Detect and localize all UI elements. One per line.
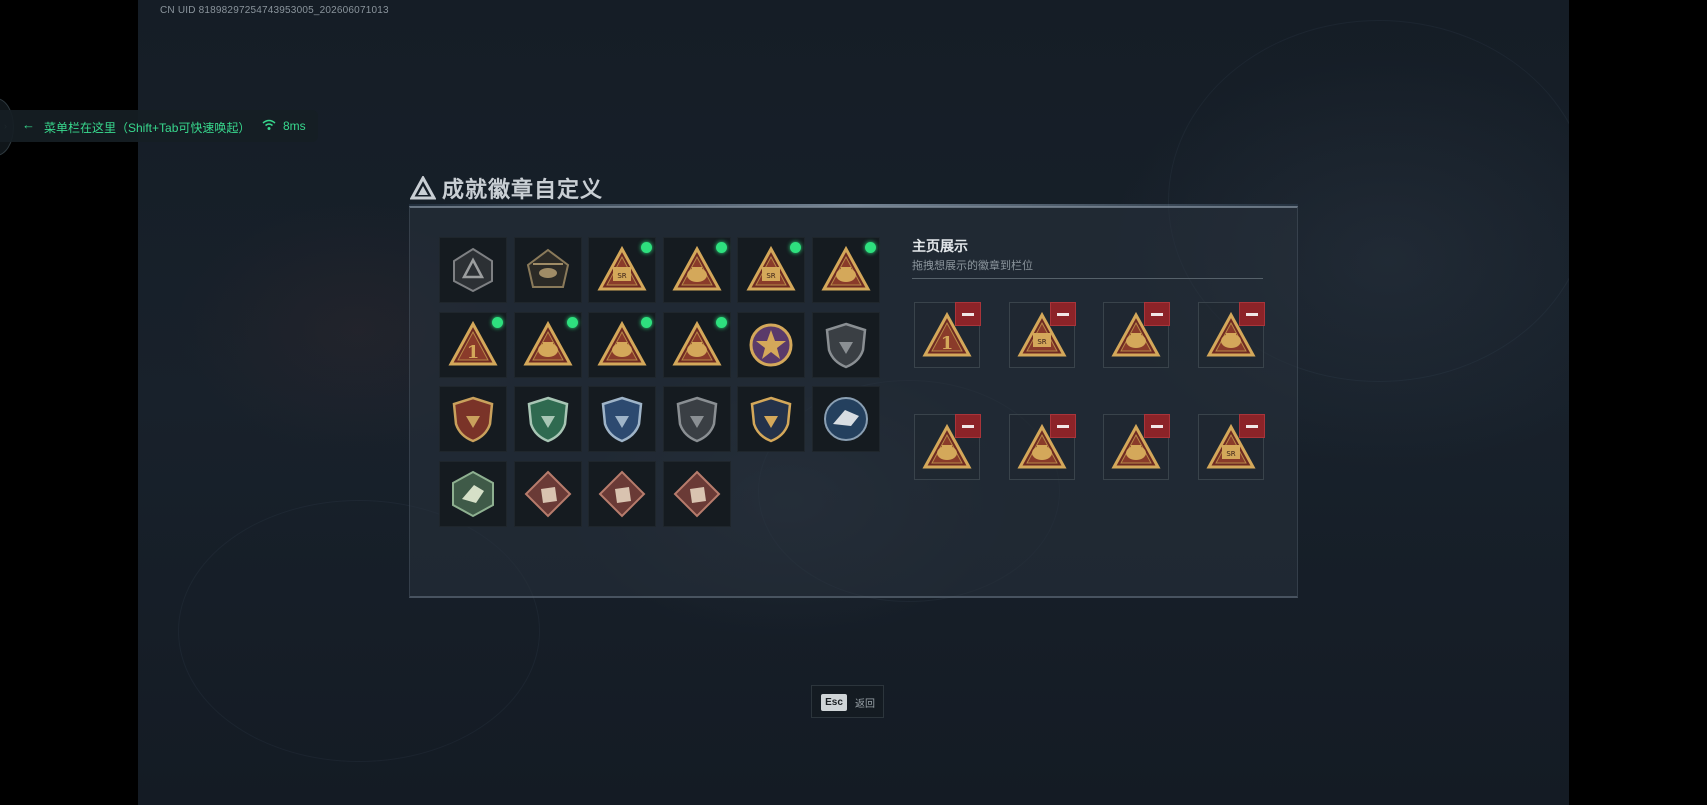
dialog-title-bar: 成就徽章自定义 bbox=[410, 173, 603, 203]
badge-cell[interactable] bbox=[811, 386, 880, 452]
remove-badge-button[interactable] bbox=[1238, 302, 1265, 326]
ping-value: 8ms bbox=[283, 119, 306, 133]
new-indicator-dot bbox=[566, 316, 578, 328]
new-indicator-dot bbox=[715, 316, 727, 328]
badge-cell[interactable] bbox=[811, 237, 880, 303]
svg-text:1: 1 bbox=[941, 333, 954, 354]
new-indicator-dot bbox=[715, 242, 727, 253]
showcase-slot[interactable]: SR bbox=[1197, 414, 1265, 480]
remove-badge-button[interactable] bbox=[1238, 414, 1265, 438]
remove-badge-button[interactable] bbox=[955, 414, 981, 438]
badge-cell[interactable]: SR bbox=[588, 237, 656, 303]
showcase-hint: 拖拽想展示的徽章到栏位 bbox=[912, 260, 1033, 272]
back-label: 返回 bbox=[855, 699, 875, 710]
badge-cell[interactable] bbox=[662, 460, 731, 527]
showcase-divider bbox=[912, 278, 1263, 279]
showcase-slot[interactable] bbox=[1197, 302, 1265, 368]
badge-cell[interactable] bbox=[662, 311, 731, 378]
showcase-slot[interactable]: 1 bbox=[914, 302, 981, 368]
badge-cell[interactable] bbox=[513, 386, 582, 452]
badge-cell[interactable] bbox=[513, 237, 582, 303]
new-indicator-dot bbox=[864, 242, 876, 253]
wifi-icon bbox=[262, 119, 276, 130]
badge-cell[interactable] bbox=[737, 386, 805, 452]
remove-badge-button[interactable] bbox=[1144, 414, 1170, 438]
showcase-slot[interactable] bbox=[914, 414, 981, 480]
showcase-slot[interactable] bbox=[1008, 414, 1076, 480]
arrow-left-icon[interactable]: ← bbox=[22, 117, 35, 132]
badge-cell[interactable] bbox=[513, 460, 582, 527]
badge-cell[interactable] bbox=[662, 237, 731, 303]
remove-badge-button[interactable] bbox=[955, 302, 981, 326]
badge-cell[interactable]: 1 bbox=[439, 311, 507, 378]
badge-cell[interactable] bbox=[811, 311, 880, 378]
badge-cell[interactable] bbox=[439, 460, 507, 527]
showcase-slot[interactable]: SR bbox=[1008, 302, 1076, 368]
new-indicator-dot bbox=[641, 242, 652, 253]
new-indicator-dot bbox=[790, 242, 801, 253]
uid-label: CN UID 81898297254743953005_202606071013 bbox=[160, 5, 389, 16]
svg-text:SR: SR bbox=[766, 272, 775, 280]
svg-text:SR: SR bbox=[1226, 450, 1235, 458]
badge-cell[interactable]: SR bbox=[737, 237, 805, 303]
new-indicator-dot bbox=[492, 316, 503, 328]
esc-key-hint: Esc bbox=[821, 694, 847, 711]
menu-hint-bar[interactable]: ← 菜单栏在这里（Shift+Tab可快速唤起） 8ms bbox=[0, 110, 318, 142]
delta-logo-icon bbox=[410, 176, 436, 200]
back-button[interactable]: Esc 返回 bbox=[811, 685, 884, 718]
badge-cell[interactable] bbox=[662, 386, 731, 452]
badge-cell[interactable] bbox=[588, 311, 656, 378]
showcase-slot[interactable] bbox=[1103, 414, 1170, 480]
remove-badge-button[interactable] bbox=[1049, 302, 1076, 326]
svg-text:SR: SR bbox=[1037, 338, 1046, 346]
badge-cell[interactable] bbox=[737, 311, 805, 378]
new-indicator-dot bbox=[641, 316, 652, 328]
showcase-title: 主页展示 bbox=[912, 238, 968, 254]
remove-badge-button[interactable] bbox=[1049, 414, 1076, 438]
badge-cell[interactable] bbox=[588, 460, 656, 527]
svg-text:SR: SR bbox=[617, 272, 626, 280]
badge-cell[interactable] bbox=[513, 311, 582, 378]
remove-badge-button[interactable] bbox=[1144, 302, 1170, 326]
badge-cell[interactable] bbox=[588, 386, 656, 452]
menu-hint-text: 菜单栏在这里（Shift+Tab可快速唤起） bbox=[44, 121, 251, 135]
showcase-slot[interactable] bbox=[1103, 302, 1170, 368]
dialog-title: 成就徽章自定义 bbox=[442, 177, 604, 202]
badge-cell[interactable] bbox=[439, 237, 507, 303]
badge-cell[interactable] bbox=[439, 386, 507, 452]
svg-text:1: 1 bbox=[467, 342, 480, 363]
